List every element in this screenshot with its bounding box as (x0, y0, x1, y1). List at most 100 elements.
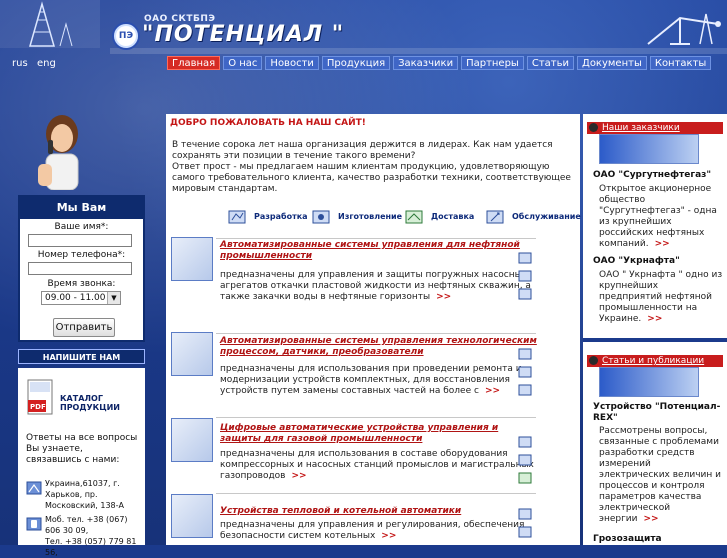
time-select[interactable]: 09.00 - 11.00 ▼ (41, 291, 121, 305)
more-link[interactable]: >> (647, 314, 662, 324)
product-image[interactable] (171, 237, 213, 281)
address-text: Украина,61037, г. Харьков, пр. Московски… (45, 479, 124, 510)
name-label: Ваше имя*: (54, 222, 109, 232)
doc-icon[interactable] (518, 384, 532, 396)
customers-banner (599, 134, 699, 164)
more-link[interactable]: >> (644, 514, 659, 524)
name-input[interactable] (28, 234, 132, 247)
submit-button[interactable]: Отправить (53, 318, 115, 337)
phone-label: Номер телефона*: (37, 250, 126, 260)
delivery-icon (405, 210, 423, 224)
doc-icon[interactable] (518, 366, 532, 378)
doc-icon[interactable] (518, 508, 532, 520)
main-nav: Главная О нас Новости Продукция Заказчик… (167, 56, 712, 70)
more-link[interactable]: >> (655, 239, 670, 249)
nav-item-customers[interactable]: Заказчики (393, 56, 459, 70)
nav-item-news[interactable]: Новости (265, 56, 319, 70)
welcome-heading: ДОБРО ПОЖАЛОВАТЬ НА НАШ САЙТ! (170, 118, 366, 128)
service-manufacturing[interactable]: Изготовление (312, 204, 402, 230)
divider (216, 333, 536, 334)
product-side-icons (518, 348, 534, 402)
customer-1-title[interactable]: ОАО "Сургутнефтегаз" (593, 170, 711, 180)
articles-header[interactable]: Статьи и публикации (587, 355, 723, 367)
main-content: ДОБРО ПОЖАЛОВАТЬ НА НАШ САЙТ! В течение … (166, 114, 581, 545)
product-title[interactable]: Устройства тепловой и котельной автомати… (220, 506, 538, 517)
service-label: Доставка (431, 212, 475, 221)
lang-eng-link[interactable]: eng (37, 58, 56, 69)
nav-item-documents[interactable]: Документы (577, 56, 647, 70)
company-title: "ПОТЕНЦИАЛ " (142, 22, 345, 47)
product-image[interactable] (171, 494, 213, 538)
product-desc: предназначены для управления и регулиров… (220, 520, 538, 542)
doc-icon[interactable] (518, 288, 532, 300)
product-title[interactable]: Цифровые автоматические устройства управ… (220, 423, 538, 445)
product-desc-text: предназначены для использования при пров… (220, 364, 522, 396)
bullet-icon (589, 123, 598, 132)
more-link[interactable]: >> (291, 471, 306, 481)
product-title[interactable]: Автоматизированные системы управления дл… (220, 240, 538, 262)
manufacturing-icon (312, 210, 330, 224)
product-desc: предназначены для управления и защиты по… (220, 270, 538, 303)
doc-icon[interactable] (518, 270, 532, 282)
doc-icon[interactable] (518, 526, 532, 538)
intro-text: В течение сорока лет наша организация де… (172, 140, 571, 194)
phone-input[interactable] (28, 262, 132, 275)
nav-item-products[interactable]: Продукция (321, 56, 391, 70)
product-desc-text: предназначены для использования в состав… (220, 449, 534, 481)
customer-2-text: ОАО " Укрнафта " одно из крупнейших пред… (599, 270, 723, 325)
article-2-title[interactable]: Грозозащита (593, 534, 662, 544)
faq-text: Ответы на все вопросы Вы узнаете, связав… (26, 433, 138, 465)
product-title[interactable]: Автоматизированные системы управления те… (220, 336, 538, 358)
doc-icon[interactable] (518, 472, 532, 484)
customer-2-title[interactable]: ОАО "Укрнафта" (593, 256, 680, 266)
service-development[interactable]: Разработка (228, 204, 308, 230)
callback-title: Мы Вам перезвоним (20, 197, 143, 236)
right-sidebar: Наши заказчики ОАО "Сургутнефтегаз" Откр… (583, 114, 727, 545)
service-delivery[interactable]: Доставка (405, 204, 481, 230)
nav-item-home[interactable]: Главная (167, 56, 221, 70)
doc-icon[interactable] (518, 454, 532, 466)
pdf-catalog-icon[interactable]: PDF (26, 378, 54, 416)
product-image[interactable] (171, 418, 213, 462)
product-image[interactable] (171, 332, 213, 376)
more-link[interactable]: >> (436, 292, 451, 302)
doc-icon[interactable] (518, 348, 532, 360)
doc-icon[interactable] (518, 252, 532, 264)
divider (216, 493, 536, 494)
nav-item-contacts[interactable]: Контакты (649, 56, 712, 70)
product-desc: предназначены для использования при пров… (220, 364, 538, 397)
service-label: Разработка (254, 212, 308, 221)
nav-item-about[interactable]: О нас (223, 56, 263, 70)
sidebar-separator (583, 338, 727, 342)
article-1-title[interactable]: Устройство "Потенциал-REX" (593, 402, 723, 424)
company-logo[interactable]: ПЭ (112, 22, 140, 50)
doc-icon[interactable] (518, 436, 532, 448)
nav-item-partners[interactable]: Партнеры (461, 56, 524, 70)
write-message-button[interactable]: НАПИШИТЕ НАМ СООБЩЕНИЕ (18, 349, 145, 377)
customers-header[interactable]: Наши заказчики (587, 122, 723, 134)
product-side-icons (518, 252, 534, 306)
product-desc-text: предназначены для управления и защиты по… (220, 270, 531, 302)
oil-rig-icon (0, 0, 100, 48)
more-link[interactable]: >> (485, 386, 500, 396)
maintenance-icon (486, 210, 504, 224)
development-icon (228, 210, 246, 224)
articles-banner (599, 367, 699, 397)
product-desc: предназначены для использования в состав… (220, 449, 538, 482)
phones-text: Моб. тел. +38 (067) 606 30 09, Тел. +38 … (45, 515, 137, 557)
divider (216, 417, 536, 418)
more-link[interactable]: >> (381, 531, 396, 541)
service-maintenance[interactable]: Обслуживание (486, 204, 581, 230)
logo-letters: ПЭ (118, 31, 134, 41)
service-label: Обслуживание (512, 212, 581, 221)
catalog-link[interactable]: КАТАЛОГ ПРОДУКЦИИ (60, 394, 145, 412)
product-side-icons (518, 508, 534, 544)
article-1-text: Рассмотрены вопросы, связанные с проблем… (599, 426, 723, 525)
pdf-icon-caption: PDF (30, 403, 46, 411)
bullet-icon (589, 356, 598, 365)
lang-rus-link[interactable]: rus (12, 58, 28, 69)
callback-form: Мы Вам перезвоним Ваше имя*: Номер телеф… (18, 195, 145, 342)
customer-1-text: Открытое акционерное общество "Сургутнеф… (599, 184, 723, 250)
header: ПЭ ОАО СКТБПЭ "ПОТЕНЦИАЛ " (0, 0, 727, 110)
nav-item-articles[interactable]: Статьи (526, 56, 574, 70)
